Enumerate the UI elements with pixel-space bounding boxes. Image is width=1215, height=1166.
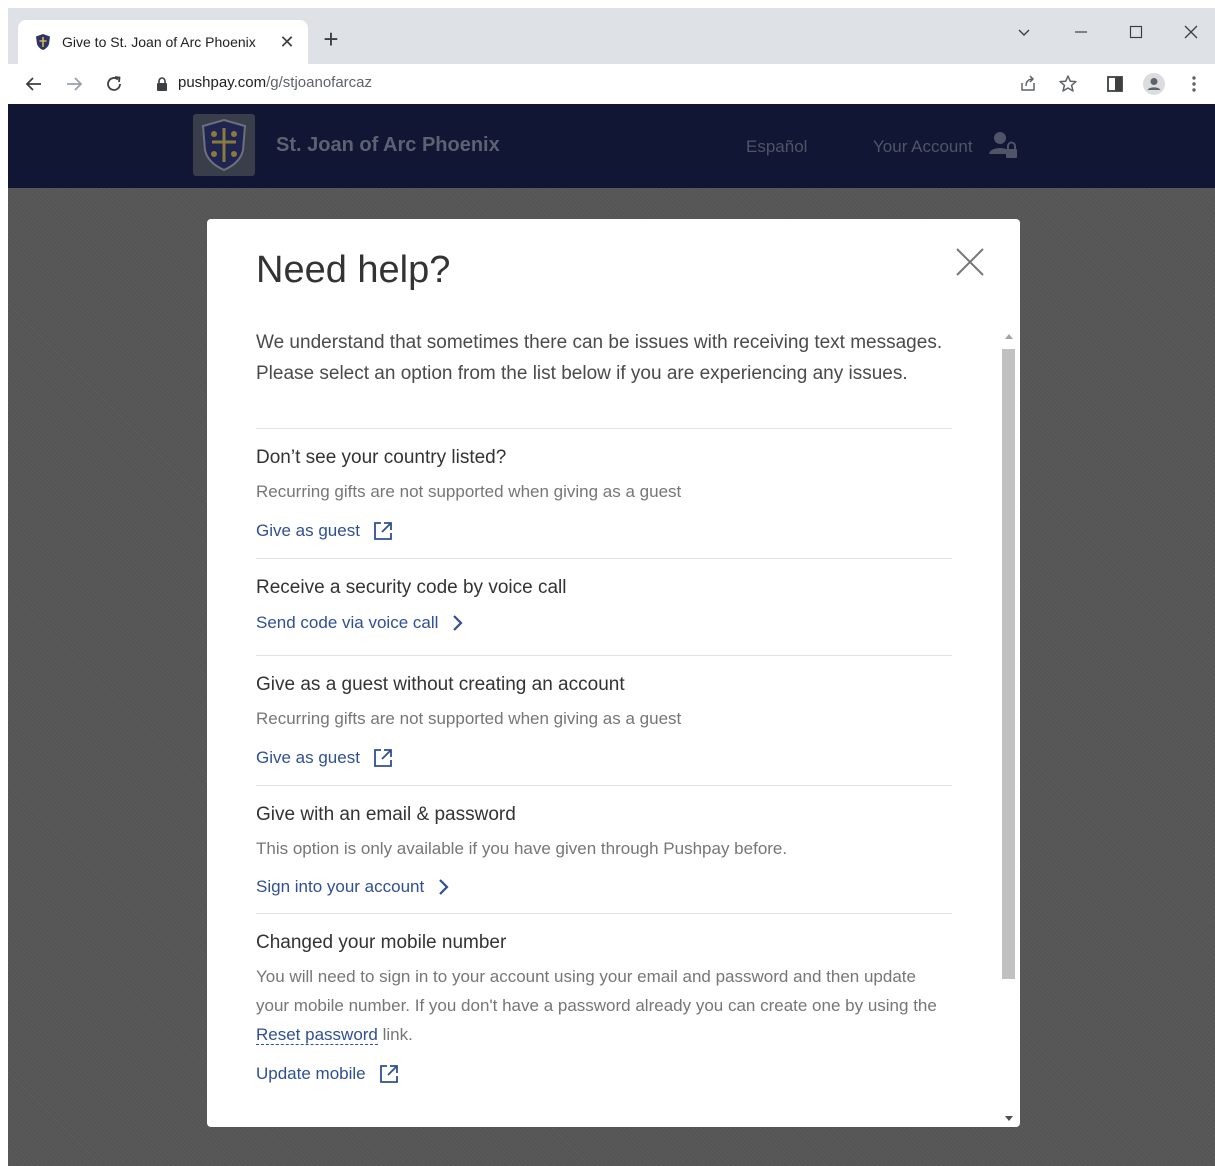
modal-title: Need help? — [256, 249, 451, 291]
close-icon[interactable] — [953, 245, 987, 279]
bookmark-star-icon[interactable] — [1056, 72, 1080, 96]
shield-favicon-icon — [34, 33, 52, 51]
scroll-up-arrow-icon[interactable] — [1000, 327, 1017, 344]
tab-search-icon[interactable] — [1004, 18, 1044, 46]
browser-window: Give to St. Joan of Arc Phoenix ✕ + push… — [8, 8, 1215, 1166]
url-path: /g/stjoanofarcaz — [266, 74, 373, 91]
link-label: Sign into your account — [256, 877, 425, 896]
option-title: Don’t see your country listed? — [256, 447, 507, 468]
give-as-guest-link[interactable]: Give as guest — [256, 520, 394, 542]
scroll-down-arrow-icon[interactable] — [1000, 1110, 1017, 1127]
update-mobile-link[interactable]: Update mobile — [256, 1063, 400, 1085]
forward-arrow-icon[interactable] — [60, 70, 88, 98]
option-description: Recurring gifts are not supported when g… — [256, 482, 682, 501]
reload-icon[interactable] — [100, 70, 128, 98]
external-link-icon — [372, 520, 394, 542]
help-modal: Need help? We understand that sometimes … — [207, 219, 1020, 1127]
new-tab-button[interactable]: + — [318, 26, 344, 52]
option-title: Give as a guest without creating an acco… — [256, 674, 625, 695]
chevron-right-icon — [450, 614, 464, 632]
share-icon[interactable] — [1016, 72, 1040, 96]
link-label: Send code via voice call — [256, 613, 439, 632]
modal-scrollbar[interactable] — [1000, 327, 1017, 1127]
window-close-icon[interactable] — [1171, 18, 1211, 46]
link-label: Give as guest — [256, 521, 360, 540]
external-link-icon — [372, 747, 394, 769]
your-account-link[interactable]: Your Account — [873, 137, 973, 157]
address-bar[interactable]: pushpay.com/g/stjoanofarcaz — [178, 74, 372, 91]
help-option: Changed your mobile number You will need… — [256, 913, 952, 1101]
external-link-icon — [378, 1063, 400, 1085]
tab-title: Give to St. Joan of Arc Phoenix — [62, 34, 256, 50]
menu-kebab-icon[interactable] — [1182, 72, 1206, 96]
browser-tab[interactable]: Give to St. Joan of Arc Phoenix ✕ — [18, 20, 308, 64]
intro-text: We understand that sometimes there can b… — [256, 332, 943, 384]
side-panel-icon[interactable] — [1103, 72, 1127, 96]
page-overlay: St. Joan of Arc Phoenix Español Your Acc… — [8, 104, 1215, 1166]
back-arrow-icon[interactable] — [20, 70, 48, 98]
scrollbar-thumb[interactable] — [1002, 349, 1015, 979]
language-link[interactable]: Español — [746, 137, 807, 157]
option-description: Recurring gifts are not supported when g… — [256, 709, 682, 728]
maximize-icon[interactable] — [1116, 18, 1156, 46]
link-label: Give as guest — [256, 748, 360, 767]
option-title: Changed your mobile number — [256, 932, 507, 953]
description-text: link. — [377, 1025, 413, 1044]
option-title: Give with an email & password — [256, 804, 516, 825]
reset-password-link[interactable]: Reset password — [256, 1025, 378, 1045]
tab-strip: Give to St. Joan of Arc Phoenix ✕ + — [8, 8, 1215, 64]
tab-close-icon[interactable]: ✕ — [276, 31, 298, 53]
account-lock-icon[interactable] — [986, 130, 1020, 160]
url-host: pushpay.com — [178, 74, 267, 91]
description-text: You will need to sign in to your account… — [256, 967, 937, 1015]
help-option: Receive a security code by voice call Se… — [256, 558, 952, 655]
lock-icon[interactable] — [154, 76, 170, 92]
help-option: Don’t see your country listed? Recurring… — [256, 428, 952, 558]
option-description: This option is only available if you hav… — [256, 839, 788, 858]
sign-in-link[interactable]: Sign into your account — [256, 877, 450, 897]
site-name: St. Joan of Arc Phoenix — [276, 134, 500, 156]
help-option: Give with an email & password This optio… — [256, 785, 952, 913]
modal-body: We understand that sometimes there can b… — [256, 327, 952, 1127]
send-code-voice-call-link[interactable]: Send code via voice call — [256, 613, 464, 633]
link-label: Update mobile — [256, 1064, 366, 1083]
browser-toolbar: pushpay.com/g/stjoanofarcaz — [8, 64, 1215, 104]
give-as-guest-link[interactable]: Give as guest — [256, 747, 394, 769]
option-description: You will need to sign in to your account… — [256, 962, 952, 1049]
minimize-icon[interactable] — [1061, 18, 1101, 46]
profile-avatar-icon[interactable] — [1142, 72, 1166, 96]
chevron-right-icon — [436, 878, 450, 896]
church-logo — [193, 114, 255, 176]
help-option: Give as a guest without creating an acco… — [256, 655, 952, 785]
site-header: St. Joan of Arc Phoenix Español Your Acc… — [8, 104, 1215, 188]
option-title: Receive a security code by voice call — [256, 577, 567, 598]
